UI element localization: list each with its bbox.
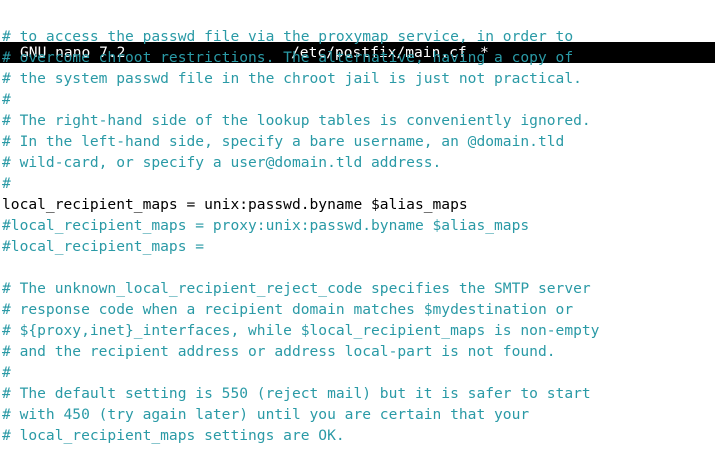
comment-line[interactable]: #	[2, 173, 715, 194]
comment-line[interactable]: # with 450 (try again later) until you a…	[2, 404, 715, 425]
config-line[interactable]	[2, 257, 715, 278]
comment-line[interactable]: # the system passwd file in the chroot j…	[2, 68, 715, 89]
comment-line[interactable]: #local_recipient_maps =	[2, 236, 715, 257]
comment-line[interactable]: #local_recipient_maps = proxy:unix:passw…	[2, 215, 715, 236]
comment-line[interactable]: # overcome chroot restrictions. The alte…	[2, 47, 715, 68]
editor-text-area[interactable]: # to access the passwd file via the prox…	[2, 26, 715, 446]
comment-line[interactable]: # to access the passwd file via the prox…	[2, 26, 715, 47]
comment-line[interactable]: #	[2, 89, 715, 110]
comment-line[interactable]: # ${proxy,inet}_interfaces, while $local…	[2, 320, 715, 341]
comment-line[interactable]: #	[2, 362, 715, 383]
comment-line[interactable]: # local_recipient_maps settings are OK.	[2, 425, 715, 446]
comment-line[interactable]: # In the left-hand side, specify a bare …	[2, 131, 715, 152]
comment-line[interactable]: # wild-card, or specify a user@domain.tl…	[2, 152, 715, 173]
comment-line[interactable]: # The right-hand side of the lookup tabl…	[2, 110, 715, 131]
comment-line[interactable]: # response code when a recipient domain …	[2, 299, 715, 320]
comment-line[interactable]: # The unknown_local_recipient_reject_cod…	[2, 278, 715, 299]
comment-line[interactable]: # The default setting is 550 (reject mai…	[2, 383, 715, 404]
config-line[interactable]: local_recipient_maps = unix:passwd.bynam…	[2, 194, 715, 215]
comment-line[interactable]: # and the recipient address or address l…	[2, 341, 715, 362]
nano-editor-window[interactable]: GNU nano 7.2 /etc/postfix/main.cf * # to…	[0, 0, 715, 451]
